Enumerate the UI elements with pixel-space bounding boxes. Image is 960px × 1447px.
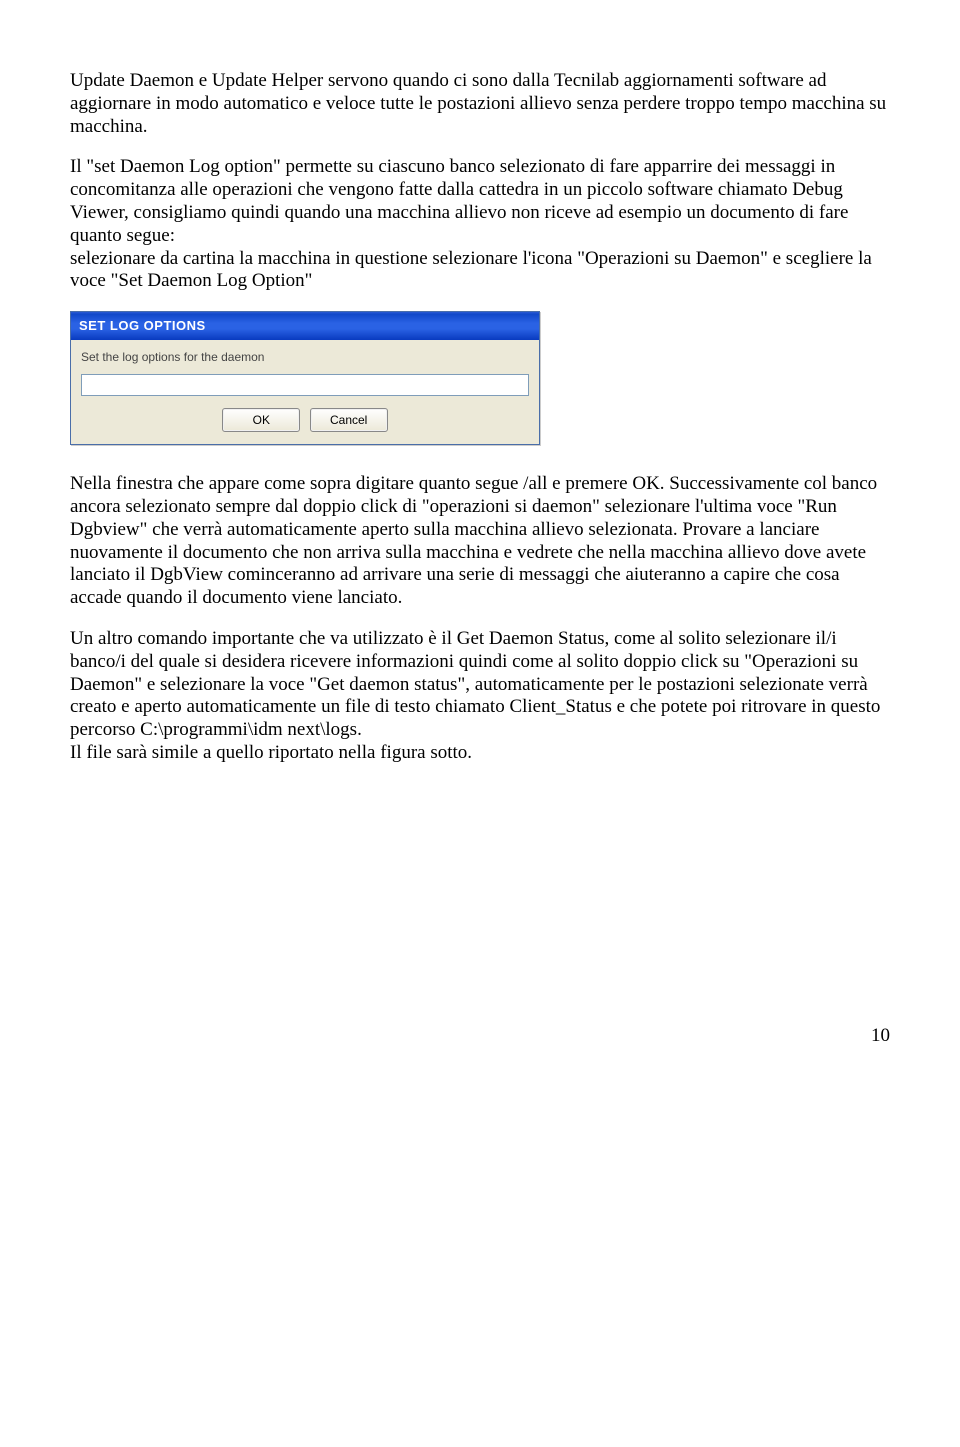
dialog-body: Set the log options for the daemon OK Ca… xyxy=(71,340,539,444)
set-log-options-dialog: SET LOG OPTIONS Set the log options for … xyxy=(70,311,540,445)
page-number: 10 xyxy=(70,1025,890,1048)
dialog-screenshot: SET LOG OPTIONS Set the log options for … xyxy=(70,311,890,445)
log-options-input[interactable] xyxy=(81,374,529,396)
paragraph-6: Il file sarà simile a quello riportato n… xyxy=(70,742,890,765)
paragraph-3: selezionare da cartina la macchina in qu… xyxy=(70,248,890,294)
dialog-description: Set the log options for the daemon xyxy=(81,350,529,364)
paragraph-1: Update Daemon e Update Helper servono qu… xyxy=(70,70,890,138)
dialog-titlebar: SET LOG OPTIONS xyxy=(71,312,539,340)
paragraph-5: Un altro comando importante che va utili… xyxy=(70,628,890,742)
dialog-button-row: OK Cancel xyxy=(81,408,529,432)
paragraph-2: Il "set Daemon Log option" permette su c… xyxy=(70,156,890,247)
ok-button[interactable]: OK xyxy=(222,408,300,432)
paragraph-4: Nella finestra che appare come sopra dig… xyxy=(70,473,890,610)
cancel-button[interactable]: Cancel xyxy=(310,408,388,432)
